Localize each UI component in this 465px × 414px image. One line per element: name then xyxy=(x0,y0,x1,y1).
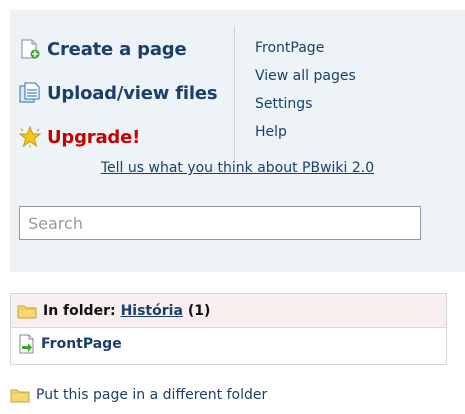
help-link[interactable]: Help xyxy=(255,118,356,146)
upload-files-button[interactable]: Upload/view files xyxy=(18,78,218,108)
folder-count: (1) xyxy=(187,302,211,319)
sidebar-panel: Create a page Upload/view files Upgrade!… xyxy=(0,0,465,414)
move-to-folder-link[interactable]: Put this page in a different folder xyxy=(10,387,267,403)
star-icon xyxy=(18,125,42,148)
page-arrow-icon xyxy=(17,334,37,354)
column-divider xyxy=(234,26,235,162)
folder-page-link[interactable]: FrontPage xyxy=(11,328,446,360)
folder-icon xyxy=(10,387,30,403)
settings-link[interactable]: Settings xyxy=(255,90,356,118)
front-page-link[interactable]: FrontPage xyxy=(255,34,356,62)
new-page-icon xyxy=(18,38,42,60)
upload-files-label: Upload/view files xyxy=(47,82,218,104)
create-page-label: Create a page xyxy=(47,38,187,60)
feedback-link[interactable]: Tell us what you think about PBwiki 2.0 xyxy=(10,160,465,176)
folder-header: In folder: História (1) xyxy=(11,294,446,328)
folder-box: In folder: História (1) FrontPage xyxy=(10,293,447,365)
wiki-actions-panel: Create a page Upload/view files Upgrade!… xyxy=(10,10,465,272)
folder-page-label: FrontPage xyxy=(41,336,122,352)
create-page-button[interactable]: Create a page xyxy=(18,34,217,64)
primary-actions: Create a page Upload/view files Upgrade! xyxy=(18,34,218,166)
folder-prefix-label: In folder: xyxy=(43,302,116,319)
quick-links: FrontPage View all pages Settings Help xyxy=(255,34,356,146)
folder-name-link[interactable]: História xyxy=(121,303,183,319)
upgrade-label: Upgrade! xyxy=(47,126,141,148)
upgrade-button[interactable]: Upgrade! xyxy=(18,122,217,152)
search-input[interactable] xyxy=(19,206,421,240)
folder-icon xyxy=(17,303,37,319)
view-all-pages-link[interactable]: View all pages xyxy=(255,62,356,90)
files-icon xyxy=(18,82,42,104)
move-to-folder-label: Put this page in a different folder xyxy=(36,387,268,403)
